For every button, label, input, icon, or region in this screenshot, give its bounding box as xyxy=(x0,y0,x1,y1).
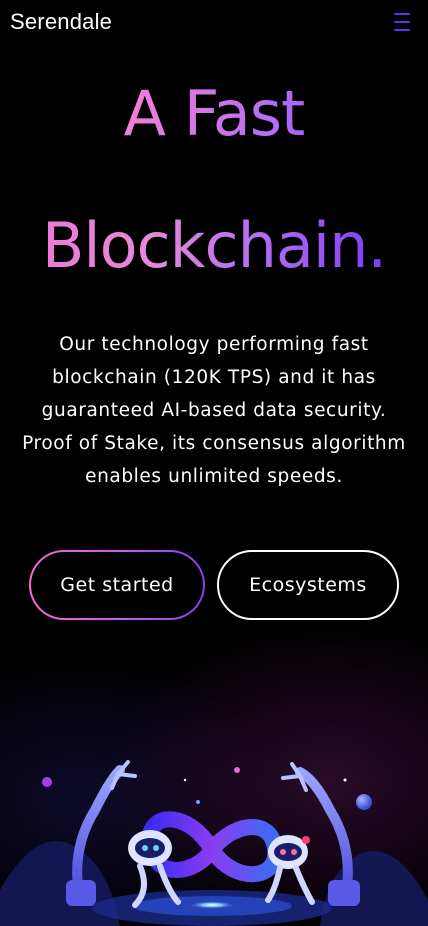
robots-infinity-illustration xyxy=(0,760,428,926)
ecosystems-button[interactable]: Ecosystems xyxy=(217,550,399,620)
hero-title-line-2: Blockchain. xyxy=(0,208,428,284)
hero-description: Our technology performing fast blockchai… xyxy=(22,334,406,487)
landing-page: Serendale A Fast Blockchain. Our technol… xyxy=(0,0,428,926)
site-header: Serendale xyxy=(0,0,428,48)
hamburger-menu-icon[interactable] xyxy=(392,10,412,36)
menu-bar-top xyxy=(394,13,410,15)
menu-bar-bottom xyxy=(394,29,410,31)
hero-title-line-1: A Fast xyxy=(0,76,428,152)
brand-logo[interactable]: Serendale xyxy=(10,9,112,35)
hero-title: A Fast Blockchain. xyxy=(0,76,428,284)
get-started-button[interactable]: Get started xyxy=(29,550,205,620)
menu-bar-middle xyxy=(394,21,410,23)
